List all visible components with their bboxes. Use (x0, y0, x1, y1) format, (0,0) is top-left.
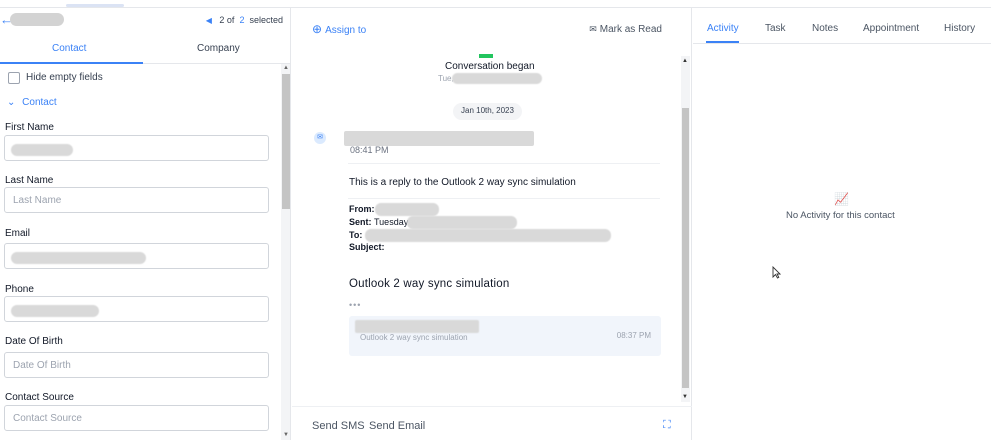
redacted-sent (407, 216, 517, 229)
tab-history[interactable]: History (944, 23, 975, 34)
scroll-down-icon[interactable]: ▼ (283, 432, 289, 438)
scroll-up-icon[interactable]: ▲ (283, 65, 289, 71)
from-label: From: (349, 204, 375, 214)
redacted-value (11, 305, 99, 317)
divider (348, 163, 660, 164)
redacted-to (365, 229, 611, 242)
sender-redacted (344, 131, 534, 146)
chevron-down-icon: ⌄ (7, 97, 16, 108)
pager: ◀ 2 of 2 selected (206, 15, 283, 25)
composer-footer: Send SMS Send Email ⛶ (292, 406, 692, 440)
redacted-date (452, 73, 542, 84)
dob-label: Date Of Birth (5, 336, 63, 347)
activity-panel: Activity Task Notes Appointment History … (693, 8, 991, 440)
plus-circle-icon: ⊕ (312, 22, 323, 36)
scroll-thumb[interactable] (282, 74, 290, 209)
redacted-from (375, 203, 439, 216)
tab-activity[interactable]: Activity (707, 23, 739, 34)
mouse-cursor-icon (772, 266, 781, 279)
subject-label: Subject: (349, 242, 385, 252)
scroll-up-icon[interactable]: ▲ (682, 58, 688, 64)
scroll-thumb[interactable] (682, 108, 689, 388)
prev-triangle-icon[interactable]: ◀ (206, 16, 212, 25)
tab-task[interactable]: Task (765, 23, 786, 34)
hide-empty-checkbox[interactable] (8, 72, 20, 84)
phone-label: Phone (5, 284, 34, 295)
tab-underline (0, 62, 143, 64)
phone-field[interactable] (4, 296, 269, 322)
quoted-message[interactable]: Outlook 2 way sync simulation 08:37 PM (349, 316, 661, 356)
last-name-label: Last Name (5, 175, 54, 186)
pager-of: of (226, 15, 235, 25)
date-chip: Jan 10th, 2023 (453, 103, 522, 120)
redacted-value (11, 252, 146, 264)
tab-contact[interactable]: Contact (52, 43, 86, 54)
expand-icon[interactable]: ⛶ (663, 419, 671, 432)
send-sms-tab[interactable]: Send SMS (312, 420, 365, 432)
to-label: To: (349, 230, 363, 240)
message-time: 08:41 PM (350, 145, 389, 155)
from-row: From: (349, 203, 439, 216)
green-marker (479, 54, 493, 58)
pager-current: 2 (219, 15, 225, 25)
last-name-field[interactable]: Last Name (4, 187, 269, 213)
assign-button[interactable]: ⊕ Assign to (312, 22, 366, 36)
contact-source-label: Contact Source (5, 392, 74, 403)
to-row: To: (349, 229, 611, 242)
tab-appointment[interactable]: Appointment (863, 23, 919, 34)
tab-notes[interactable]: Notes (812, 23, 838, 34)
message-body: This is a reply to the Outlook 2 way syn… (349, 177, 576, 188)
hide-empty-label: Hide empty fields (26, 72, 103, 83)
tab-company[interactable]: Company (197, 43, 240, 54)
conversation-began: Conversation began (445, 61, 535, 72)
redacted-quoted-sender (355, 320, 479, 333)
top-accent (66, 4, 124, 7)
first-name-field[interactable] (4, 135, 269, 161)
dob-field[interactable]: Date Of Birth (4, 352, 269, 378)
section-label: Contact (22, 97, 57, 108)
contact-header: ← ◀ 2 of 2 selected (0, 8, 290, 34)
first-name-label: First Name (5, 122, 54, 133)
pager-selected: selected (249, 15, 283, 25)
subject-row: Subject: (349, 242, 385, 252)
divider (348, 198, 660, 199)
contact-panel: ← ◀ 2 of 2 selected Contact Company Hide… (0, 8, 291, 440)
activity-tabs: Activity Task Notes Appointment History (693, 8, 991, 44)
assign-label: Assign to (325, 25, 367, 36)
quoted-time: 08:37 PM (616, 331, 651, 340)
empty-activity-text: No Activity for this contact (786, 210, 895, 221)
contact-scrollbar[interactable]: ▲ ▼ (281, 64, 290, 440)
more-dots[interactable]: ••• (349, 300, 361, 310)
tab-underline (706, 41, 739, 43)
contact-section-toggle[interactable]: ⌄ Contact (7, 97, 57, 108)
email-icon: ✉ (314, 132, 326, 144)
sent-label: Sent: (349, 217, 372, 227)
contact-source-field[interactable]: Contact Source (4, 405, 269, 431)
chart-line-icon: 📈 (834, 192, 849, 206)
send-email-tab[interactable]: Send Email (369, 420, 425, 432)
email-field[interactable] (4, 243, 269, 269)
top-strip (0, 0, 991, 8)
conversation-scrollbar[interactable]: ▲ ▼ (681, 56, 690, 402)
quoted-text: Outlook 2 way sync simulation (360, 333, 468, 342)
sent-value: Tuesday, (374, 217, 411, 227)
envelope-open-icon: ✉ (589, 24, 597, 34)
contact-name-redacted (10, 13, 64, 26)
pager-total[interactable]: 2 (239, 15, 244, 25)
message-subject: Outlook 2 way sync simulation (349, 278, 510, 290)
scroll-down-icon[interactable]: ▼ (682, 394, 688, 400)
email-label: Email (5, 228, 31, 239)
redacted-value (11, 144, 73, 156)
mark-read-button[interactable]: ✉ Mark as Read (589, 24, 662, 35)
sent-row: Sent: Tuesday, (349, 216, 517, 229)
contact-tabs: Contact Company (0, 36, 290, 64)
conversation-began-date: Tue, (438, 73, 542, 84)
conversation-panel: ⊕ Assign to ✉ Mark as Read Conversation be… (292, 8, 692, 440)
mark-read-label: Mark as Read (599, 24, 662, 35)
